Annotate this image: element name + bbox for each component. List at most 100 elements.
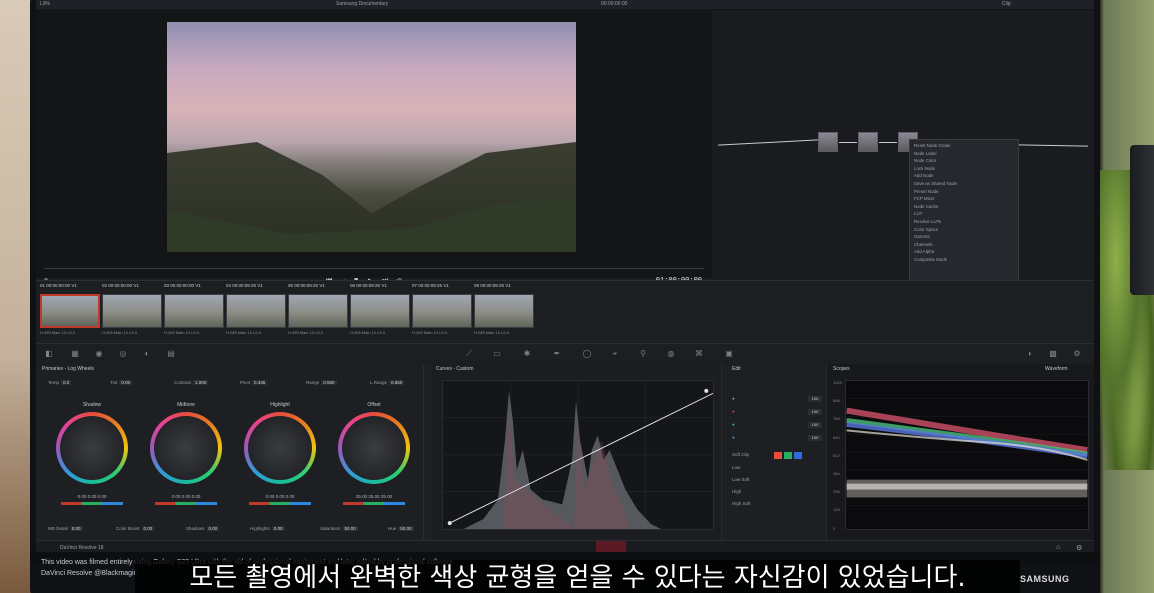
- menu-item[interactable]: Preset Node: [914, 188, 1014, 196]
- wheel-values[interactable]: 0.00 0.00 0.00: [244, 494, 316, 499]
- wheel-master-slider[interactable]: [61, 502, 123, 505]
- color-wheel[interactable]: [56, 412, 128, 484]
- soft-clip-blue[interactable]: [794, 452, 802, 459]
- param-value[interactable]: 50.00: [398, 526, 414, 531]
- wheel-master-slider[interactable]: [343, 502, 405, 505]
- clip-number: 04: [226, 283, 232, 288]
- clip-thumbnail[interactable]: [474, 294, 534, 328]
- soft-clip-high-soft[interactable]: High Soft: [732, 501, 822, 506]
- clip-thumbnail[interactable]: [350, 294, 410, 328]
- window-icon[interactable]: ◯: [582, 349, 592, 359]
- soft-clip-high[interactable]: High: [732, 489, 822, 494]
- wheel-master-slider[interactable]: [249, 502, 311, 505]
- clip-thumbnail[interactable]: [40, 294, 100, 328]
- edit-value-green[interactable]: 100: [808, 422, 822, 428]
- menu-item[interactable]: Add Node: [914, 172, 1014, 180]
- edit-value-blue[interactable]: 100: [808, 435, 822, 441]
- clip-thumbnail[interactable]: [164, 294, 224, 328]
- wheel-values[interactable]: 0.00 0.00 0.00: [150, 494, 222, 499]
- motion-effects-icon[interactable]: ▤: [166, 349, 176, 359]
- node-01[interactable]: [818, 132, 838, 152]
- clip-number: 01: [40, 283, 46, 288]
- blue-channel-icon[interactable]: ●: [732, 435, 735, 440]
- scrubber-bar[interactable]: [44, 268, 704, 269]
- menu-item[interactable]: Composite Mode: [914, 256, 1014, 264]
- param-value[interactable]: 0.435: [252, 380, 268, 385]
- project-settings-icon[interactable]: ⚙: [1076, 544, 1082, 552]
- menu-item[interactable]: Add Alpha: [914, 248, 1014, 256]
- color-wheels-icon[interactable]: ◉: [94, 349, 104, 359]
- scope-mode-select[interactable]: Waveform: [1045, 366, 1068, 372]
- primary-bottom-param: Color Boost 0.00: [116, 526, 155, 531]
- magic-mask-icon[interactable]: ⚲: [638, 349, 648, 359]
- eyedropper-icon[interactable]: ✒: [552, 349, 562, 359]
- curves-icon[interactable]: ⟋: [464, 349, 474, 359]
- qualifier-icon[interactable]: ✱: [522, 349, 532, 359]
- menu-item[interactable]: Node Cache: [914, 203, 1014, 211]
- param-value[interactable]: 0.00: [69, 526, 83, 531]
- channel-link-icon[interactable]: ●: [732, 396, 735, 401]
- clip-codec-label: H.265 Main 10 L5.0: [288, 330, 323, 335]
- sizing-icon[interactable]: ▣: [724, 349, 734, 359]
- wheel-values[interactable]: 0.00 0.00 0.00: [56, 494, 128, 499]
- color-wheel[interactable]: [338, 412, 410, 484]
- clip-track: V1: [381, 283, 387, 288]
- clip-thumbnail[interactable]: [226, 294, 286, 328]
- menu-item[interactable]: Node Color: [914, 157, 1014, 165]
- info-icon[interactable]: ▩: [1048, 349, 1058, 359]
- node-mode-label[interactable]: Clip: [1002, 1, 1011, 7]
- node-editor[interactable]: [712, 10, 1094, 278]
- edit-value-red[interactable]: 100: [808, 409, 822, 415]
- param-value[interactable]: 0.00: [141, 526, 155, 531]
- wheel-values[interactable]: 25.00 25.00 25.00: [338, 494, 410, 499]
- param-value[interactable]: 0.0: [61, 380, 72, 385]
- red-channel-icon[interactable]: ●: [732, 409, 735, 414]
- menu-item[interactable]: Color Space: [914, 226, 1014, 234]
- zoom-label[interactable]: L9%: [40, 1, 50, 7]
- param-value[interactable]: 0.00: [119, 380, 133, 385]
- color-wheel[interactable]: [150, 412, 222, 484]
- lut-icon[interactable]: ▦: [70, 349, 80, 359]
- tracker-icon[interactable]: ⌖: [610, 349, 620, 359]
- primary-bottom-param: Highlights 0.00: [250, 526, 285, 531]
- node-02[interactable]: [858, 132, 878, 152]
- menu-item[interactable]: Save as Shared Node: [914, 180, 1014, 188]
- menu-item[interactable]: LUT: [914, 210, 1014, 218]
- settings-icon[interactable]: ⚙: [1072, 349, 1082, 359]
- green-channel-icon[interactable]: ●: [732, 422, 735, 427]
- menu-item[interactable]: Channels: [914, 241, 1014, 249]
- curves-graph[interactable]: [442, 380, 714, 530]
- color-warper-icon[interactable]: ▭: [492, 349, 502, 359]
- clip-thumbnail[interactable]: [412, 294, 472, 328]
- menu-item[interactable]: Node Label: [914, 150, 1014, 158]
- home-icon[interactable]: ⌂: [1056, 544, 1060, 551]
- gallery-icon[interactable]: ◧: [44, 349, 54, 359]
- menu-item[interactable]: Gamma: [914, 233, 1014, 241]
- param-value[interactable]: 1.000: [193, 380, 209, 385]
- hdr-icon[interactable]: ◎: [118, 349, 128, 359]
- scopes-toggle-icon[interactable]: ◑: [1024, 349, 1034, 359]
- param-value[interactable]: 0.00: [271, 526, 285, 531]
- menu-item[interactable]: Resolve LUTs: [914, 218, 1014, 226]
- param-value[interactable]: 0.00: [206, 526, 220, 531]
- menu-item[interactable]: Lock Node: [914, 165, 1014, 173]
- soft-clip-low-soft[interactable]: Low Soft: [732, 477, 822, 482]
- soft-clip-green[interactable]: [784, 452, 792, 459]
- wheel-master-slider[interactable]: [155, 502, 217, 505]
- scope-tick-label: 896: [833, 398, 840, 404]
- clip-thumbnail[interactable]: [102, 294, 162, 328]
- waveform-display: [845, 380, 1089, 530]
- menu-item[interactable]: Reset Node Grade: [914, 142, 1014, 150]
- menu-item[interactable]: FCP Mixer: [914, 195, 1014, 203]
- soft-clip-red[interactable]: [774, 452, 782, 459]
- key-icon[interactable]: ⌘: [694, 349, 704, 359]
- color-wheel[interactable]: [244, 412, 316, 484]
- rgb-mixer-icon[interactable]: ◐: [142, 349, 152, 359]
- param-value[interactable]: 0.550: [389, 380, 405, 385]
- param-value[interactable]: 0.550: [321, 380, 337, 385]
- clip-thumbnail[interactable]: [288, 294, 348, 328]
- soft-clip-low[interactable]: Low: [732, 465, 822, 470]
- blur-icon[interactable]: ◍: [666, 349, 676, 359]
- param-value[interactable]: 50.00: [342, 526, 358, 531]
- edit-value-luma[interactable]: 100: [808, 396, 822, 402]
